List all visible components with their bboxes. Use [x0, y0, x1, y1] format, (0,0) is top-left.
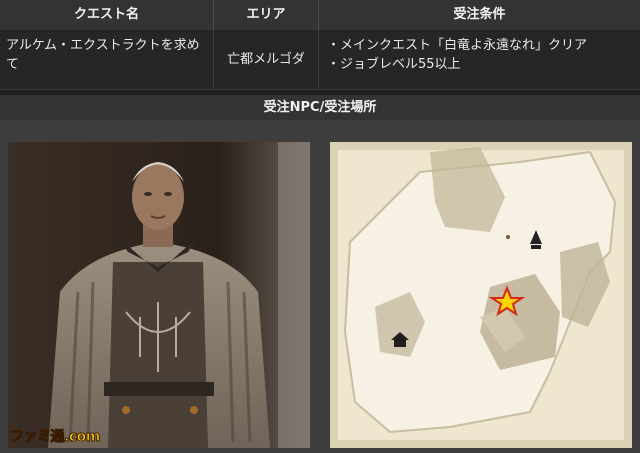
quest-name-cell: アルケム・エクストラクトを求めて	[0, 30, 214, 89]
famitsu-logo: ファミ通.com	[10, 429, 101, 446]
condition-item: ・メインクエスト「白竜よ永遠なれ」クリア	[327, 38, 588, 53]
location-map	[330, 142, 632, 448]
table-header-row: クエスト名 エリア 受注条件	[0, 0, 640, 31]
quest-name: アルケム・エクストラクトを求めて	[6, 38, 200, 72]
table-data-row: アルケム・エクストラクトを求めて 亡都メルゴダ ・メインクエスト「白竜よ永遠なれ…	[0, 30, 640, 89]
condition-item: ・ジョブレベル55以上	[327, 57, 461, 72]
npc-images-area: ファミ通.com	[0, 120, 640, 453]
npc-section-header: 受注NPC/受注場所	[0, 95, 640, 120]
area-cell: 亡都メルゴダ	[214, 30, 319, 89]
conditions-cell: ・メインクエスト「白竜よ永遠なれ」クリア ・ジョブレベル55以上	[319, 30, 640, 89]
npc-section-title: 受注NPC/受注場所	[263, 100, 377, 115]
header-conditions: 受注条件	[453, 7, 506, 22]
area-name: 亡都メルゴダ	[227, 52, 305, 67]
header-quest-name: クエスト名	[0, 0, 214, 30]
header-area: エリア	[214, 0, 319, 30]
npc-portrait: ファミ通.com	[8, 142, 310, 448]
